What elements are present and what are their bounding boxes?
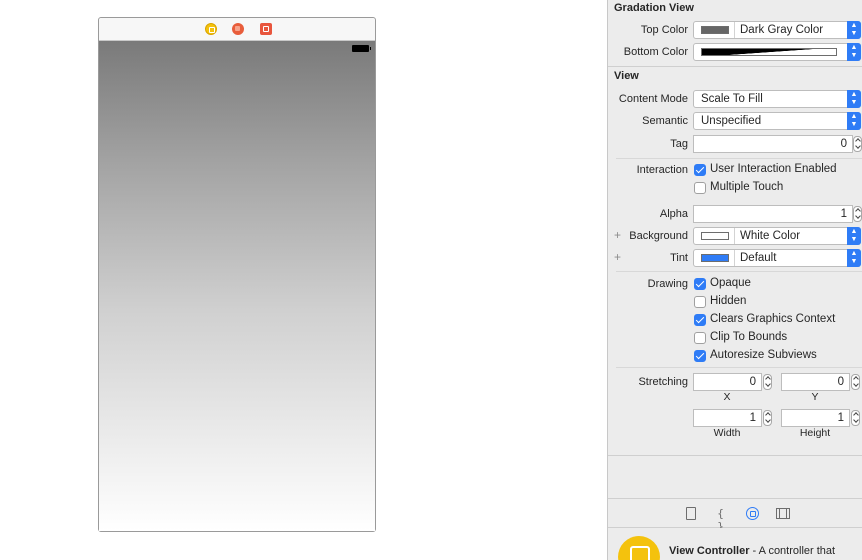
- section-separator: [608, 455, 862, 456]
- tag-label: Tag: [670, 138, 688, 150]
- opaque-checkbox[interactable]: [694, 278, 706, 290]
- content-mode-label: Content Mode: [618, 93, 688, 105]
- add-background-variation-button[interactable]: +: [614, 228, 621, 242]
- object-library-list[interactable]: View Controller - A controller that: [608, 528, 862, 560]
- background-swatch: [701, 232, 729, 240]
- top-color-popup[interactable]: Dark Gray Color ▲ ▼: [693, 21, 861, 39]
- alpha-field[interactable]: 1: [693, 205, 853, 223]
- user-interaction-label: User Interaction Enabled: [710, 163, 837, 175]
- clip-to-bounds-label: Clip To Bounds: [710, 331, 788, 343]
- bottom-color-swatch: [701, 48, 837, 56]
- alpha-stepper[interactable]: [853, 206, 862, 222]
- hidden-label: Hidden: [710, 295, 747, 307]
- tint-value: Default: [740, 252, 777, 264]
- library-item-desc: - A controller that: [749, 545, 836, 557]
- multiple-touch-checkbox[interactable]: [694, 182, 706, 194]
- semantic-popup[interactable]: Unspecified ▲ ▼: [693, 112, 861, 130]
- background-label: Background: [629, 230, 688, 242]
- media-library-icon[interactable]: [776, 508, 790, 519]
- stretch-y-value: 0: [837, 376, 844, 388]
- file-template-library-icon[interactable]: [686, 507, 696, 520]
- code-snippet-library-icon[interactable]: { }: [714, 507, 727, 533]
- group-separator: [616, 271, 862, 272]
- view-controller-library-icon: [618, 536, 660, 560]
- background-popup[interactable]: White Color ▲ ▼: [693, 227, 861, 245]
- popup-arrows-icon: ▲ ▼: [847, 249, 861, 267]
- width-caption: Width: [713, 427, 741, 439]
- exit-icon[interactable]: [260, 23, 272, 35]
- tag-field[interactable]: 0: [693, 135, 853, 153]
- library-item-title: View Controller: [669, 545, 750, 557]
- clears-graphics-context-label: Clears Graphics Context: [710, 313, 836, 325]
- content-mode-value: Scale To Fill: [701, 93, 763, 105]
- first-responder-icon[interactable]: [232, 23, 244, 35]
- top-color-label: Top Color: [640, 24, 688, 36]
- view-controller-icon[interactable]: [205, 23, 217, 35]
- add-tint-variation-button[interactable]: +: [614, 250, 621, 264]
- stretch-width-stepper[interactable]: [763, 410, 772, 426]
- storyboard-canvas[interactable]: [0, 0, 607, 560]
- group-separator: [616, 158, 862, 159]
- stretch-height-stepper[interactable]: [851, 410, 860, 426]
- interaction-label: Interaction: [636, 164, 688, 176]
- object-library-icon[interactable]: [746, 507, 759, 520]
- popup-arrows-icon: ▲ ▼: [847, 21, 861, 39]
- autoresize-subviews-checkbox[interactable]: [694, 350, 706, 362]
- popup-divider: [734, 228, 735, 244]
- popup-arrows-icon: ▲ ▼: [847, 112, 861, 130]
- tint-popup[interactable]: Default ▲ ▼: [693, 249, 861, 267]
- popup-divider: [734, 22, 735, 38]
- alpha-label: Alpha: [659, 208, 688, 220]
- bottom-color-popup[interactable]: ▲ ▼: [693, 43, 861, 61]
- stretch-x-field[interactable]: 0: [693, 373, 762, 391]
- height-caption: Height: [799, 427, 831, 439]
- battery-icon: [352, 45, 371, 52]
- popup-arrows-icon: ▲ ▼: [847, 43, 861, 61]
- hidden-checkbox[interactable]: [694, 296, 706, 308]
- view-controller-scene[interactable]: [98, 17, 376, 532]
- bottom-color-label: Bottom Color: [623, 46, 688, 58]
- autoresize-subviews-label: Autoresize Subviews: [710, 349, 817, 361]
- tint-swatch: [701, 254, 729, 262]
- stretch-height-field[interactable]: 1: [781, 409, 850, 427]
- stretch-width-field[interactable]: 1: [693, 409, 762, 427]
- top-color-value: Dark Gray Color: [740, 24, 824, 36]
- semantic-value: Unspecified: [701, 115, 762, 127]
- stretch-x-stepper[interactable]: [763, 374, 772, 390]
- clears-graphics-context-checkbox[interactable]: [694, 314, 706, 326]
- gradation-view-section-title: Gradation View: [614, 2, 694, 14]
- scene-dock: [99, 18, 375, 41]
- stretch-y-stepper[interactable]: [851, 374, 860, 390]
- user-interaction-checkbox[interactable]: [694, 164, 706, 176]
- popup-arrows-icon: ▲ ▼: [847, 90, 861, 108]
- stretch-y-field[interactable]: 0: [781, 373, 850, 391]
- gradation-view[interactable]: [99, 41, 375, 531]
- popup-arrows-icon: ▲ ▼: [847, 227, 861, 245]
- stretch-height-value: 1: [837, 412, 844, 424]
- top-color-swatch: [701, 26, 729, 34]
- multiple-touch-label: Multiple Touch: [710, 181, 784, 193]
- y-caption: Y: [811, 391, 819, 403]
- popup-divider: [734, 250, 735, 266]
- background-value: White Color: [740, 230, 801, 242]
- tint-label: Tint: [670, 252, 688, 264]
- tag-value: 0: [840, 138, 847, 150]
- semantic-label: Semantic: [642, 115, 688, 127]
- content-mode-popup[interactable]: Scale To Fill ▲ ▼: [693, 90, 861, 108]
- view-section-title: View: [614, 70, 639, 82]
- tag-stepper[interactable]: [853, 136, 862, 152]
- alpha-value: 1: [840, 208, 847, 220]
- section-separator: [608, 66, 862, 67]
- library-item-description[interactable]: View Controller - A controller that: [669, 545, 835, 557]
- group-separator: [616, 367, 862, 368]
- library-tab-bar: { }: [608, 498, 862, 533]
- opaque-label: Opaque: [710, 277, 751, 289]
- drawing-label: Drawing: [647, 278, 688, 290]
- stretch-x-value: 0: [749, 376, 756, 388]
- x-caption: X: [723, 391, 731, 403]
- stretching-label: Stretching: [638, 376, 688, 388]
- clip-to-bounds-checkbox[interactable]: [694, 332, 706, 344]
- attributes-inspector: Gradation View Top Color Dark Gray Color…: [607, 0, 862, 560]
- stretch-width-value: 1: [749, 412, 756, 424]
